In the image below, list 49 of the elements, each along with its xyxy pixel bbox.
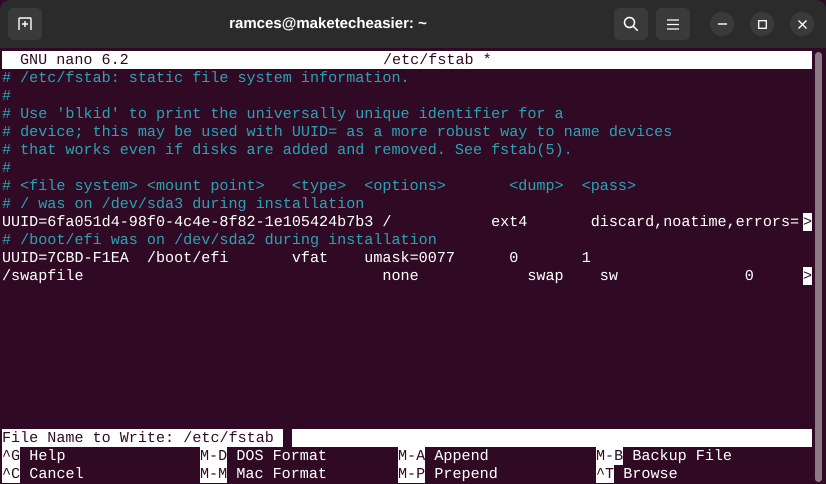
maximize-button[interactable] [750,12,774,36]
shortcut-label: DOS Format [236,447,327,465]
shortcut-label: Help [29,447,66,465]
overflow-marker: > [802,267,812,285]
scrollbar[interactable] [815,52,822,482]
shortcut-key: M-P [398,465,426,483]
minimize-button[interactable] [710,12,734,36]
prompt-label: File Name to Write: [2,429,174,447]
shortcut-label: Prepend [434,465,498,483]
prompt-value: /etc/fstab [183,429,274,447]
code-line: # that works even if disks are added and removed. See fstab(5). [2,141,573,159]
shortcut-label: Backup File [632,447,732,465]
code-line: # <file system> <mount point> <type> <options> <dump> <pass> [2,177,636,195]
search-icon [623,16,639,32]
code-line: # device; this may be used with UUID= as a more robust way to name devices [2,123,672,141]
overflow-marker: > [802,213,812,231]
window-title: ramces@maketecheasier: ~ [229,14,427,34]
close-button[interactable] [790,12,814,36]
shortcut-key: M-M [200,465,228,483]
new-tab-button[interactable] [8,8,42,40]
shortcut-key: ^C [2,465,20,483]
maximize-icon [758,20,766,28]
code-line: # [2,87,12,105]
shortcut-key: ^T [596,465,614,483]
code-line: # Use 'blkid' to print the universally unique identifier for a [2,105,564,123]
nano-version: GNU nano 6.2 [20,51,129,69]
menu-button[interactable] [656,8,690,40]
shortcut-key: M-B [596,447,624,465]
code-line: UUID=7CBD-F1EA /boot/efi vfat umask=0077 0 1 [2,249,591,267]
code-line: UUID=6fa051d4-98f0-4c4e-8f82-1e105424b7b3 / ext4 discard,noatime,errors= [2,213,800,231]
code-line: # /etc/fstab: static file system information. [2,69,410,87]
shortcut-label: Append [434,447,489,465]
filename-prompt[interactable]: File Name to Write: /etc/fstab [2,429,812,447]
shortcut-key: M-D [200,447,228,465]
shortcut-label: Browse [623,465,678,483]
shortcut-key: ^G [2,447,20,465]
menu-icon [667,18,679,30]
shortcut-label: Cancel [29,465,84,483]
new-tab-icon [18,17,32,31]
shortcut-key: M-A [398,447,426,465]
code-line: # /boot/efi was on /dev/sda2 during installation [2,231,437,249]
search-button[interactable] [614,8,648,40]
code-line: # [2,159,12,177]
close-icon [798,20,806,28]
code-line: # / was on /dev/sda3 during installation [2,195,364,213]
file-name: /etc/fstab * [383,51,492,69]
shortcut-label: Mac Format [236,465,327,483]
minimize-icon [718,23,726,25]
code-line: /swapfile none swap sw 0 [2,267,754,285]
